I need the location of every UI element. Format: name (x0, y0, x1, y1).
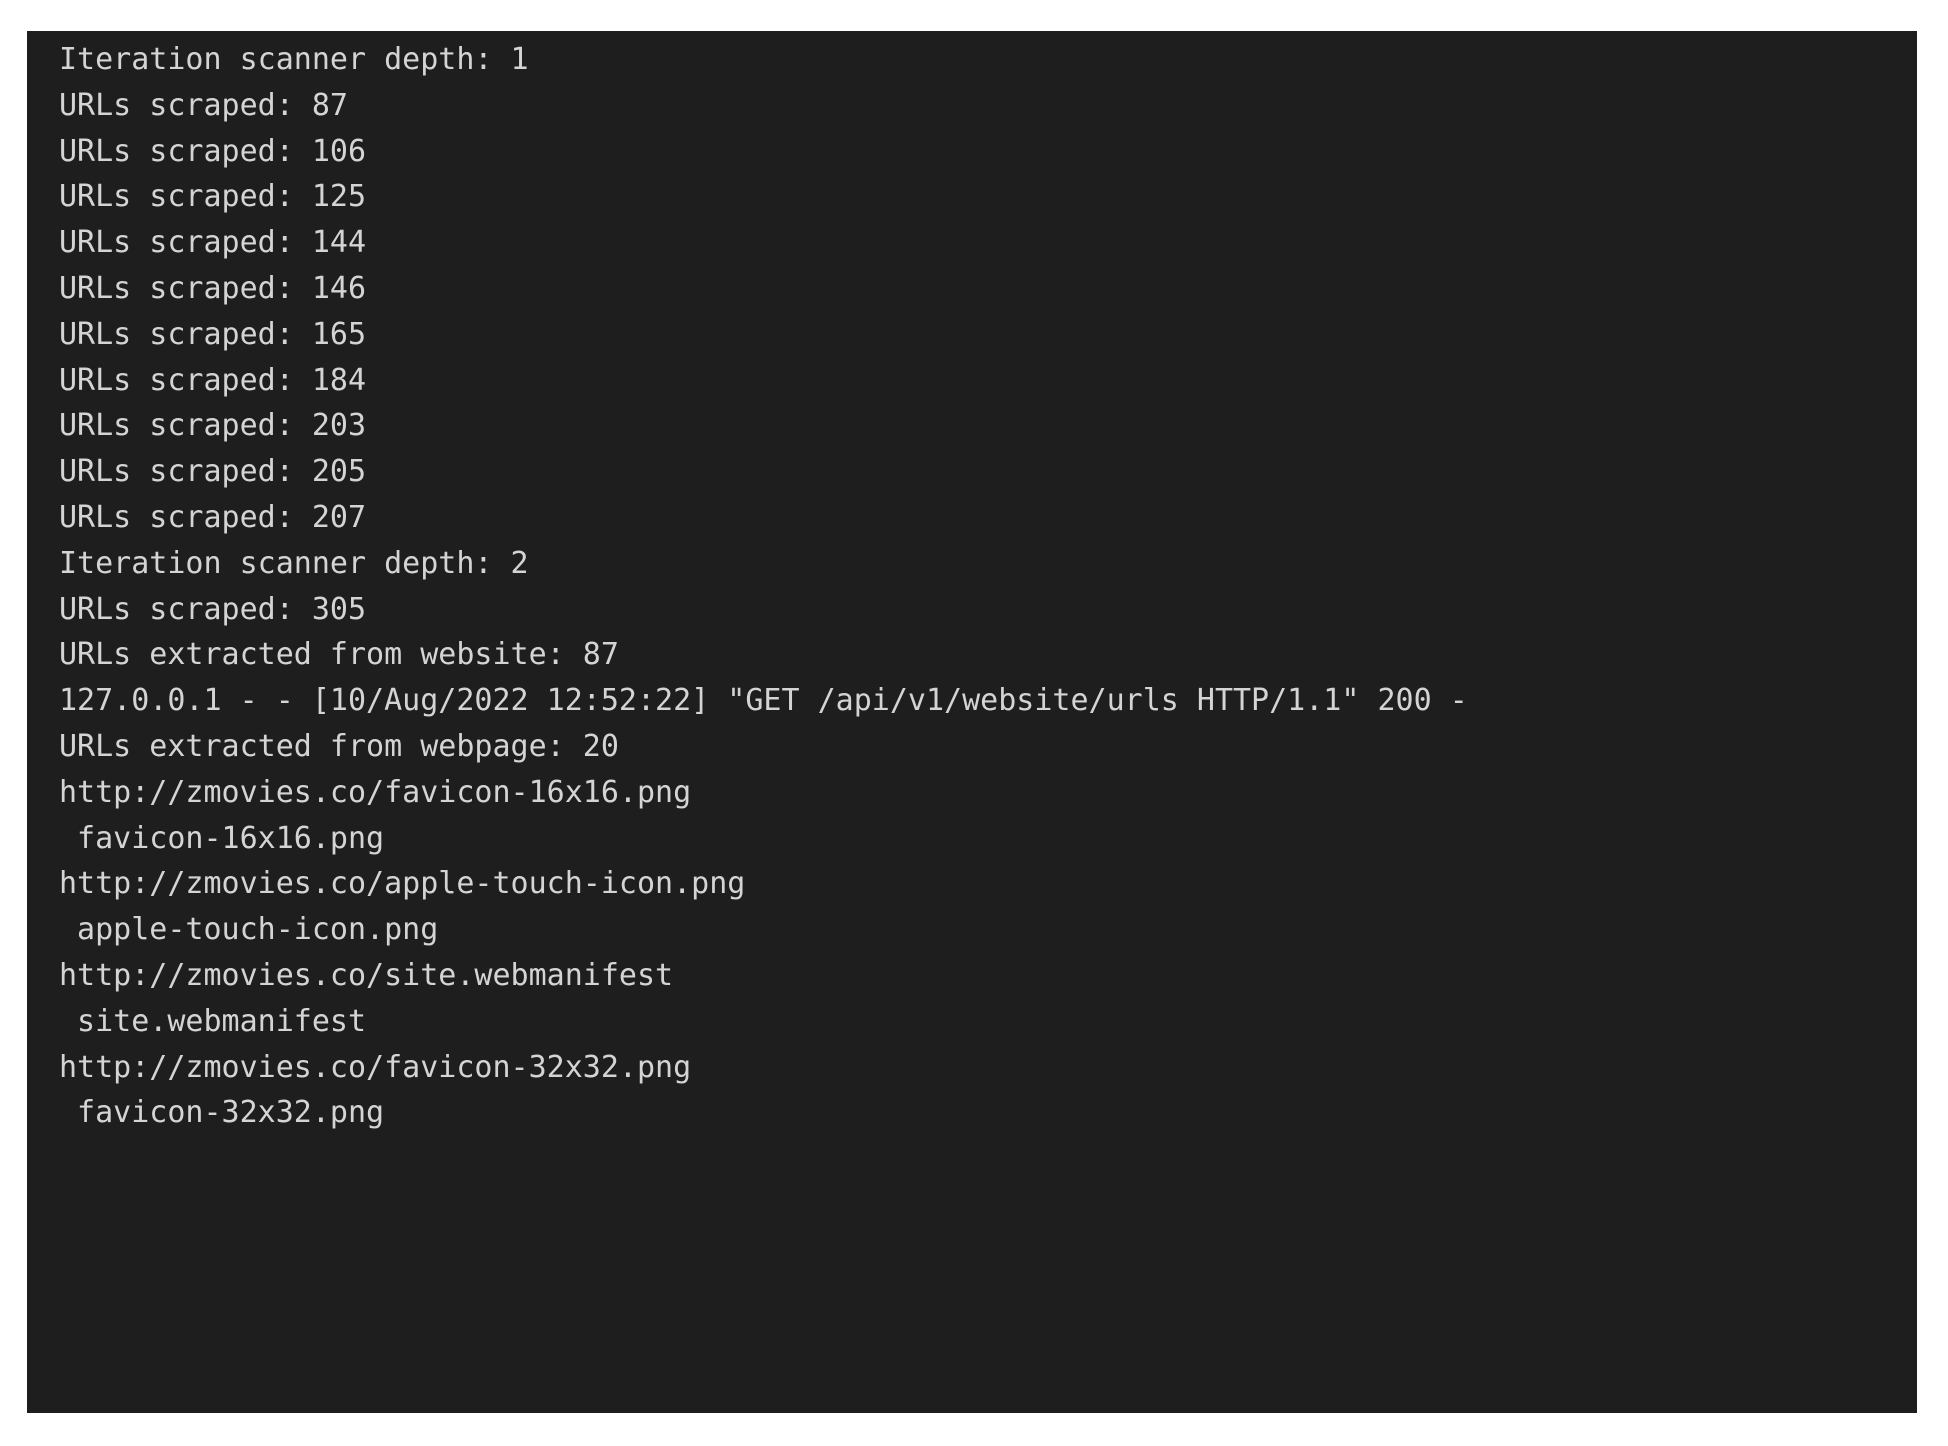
terminal-line: http://zmovies.co/favicon-32x32.png (59, 1045, 1917, 1091)
terminal-line: URLs scraped: 184 (59, 358, 1917, 404)
terminal-line: site.webmanifest (59, 999, 1917, 1045)
terminal-line: URLs scraped: 305 (59, 587, 1917, 633)
terminal-line: URLs scraped: 144 (59, 220, 1917, 266)
terminal-line: URLs scraped: 146 (59, 266, 1917, 312)
terminal-line: URLs scraped: 165 (59, 312, 1917, 358)
terminal-line: URLs scraped: 203 (59, 403, 1917, 449)
terminal-line: http://zmovies.co/site.webmanifest (59, 953, 1917, 999)
terminal-line: http://zmovies.co/favicon-16x16.png (59, 770, 1917, 816)
terminal-panel[interactable]: Iteration scanner depth: 1URLs scraped: … (27, 31, 1917, 1413)
terminal-line: URLs scraped: 106 (59, 129, 1917, 175)
terminal-line: favicon-16x16.png (59, 816, 1917, 862)
terminal-line: 127.0.0.1 - - [10/Aug/2022 12:52:22] "GE… (59, 678, 1917, 724)
terminal-line: Iteration scanner depth: 2 (59, 541, 1917, 587)
terminal-line: http://zmovies.co/apple-touch-icon.png (59, 861, 1917, 907)
terminal-line: URLs scraped: 125 (59, 174, 1917, 220)
terminal-line: URLs extracted from webpage: 20 (59, 724, 1917, 770)
terminal-line: apple-touch-icon.png (59, 907, 1917, 953)
terminal-line: Iteration scanner depth: 1 (59, 37, 1917, 83)
terminal-line: URLs scraped: 207 (59, 495, 1917, 541)
terminal-output-log: Iteration scanner depth: 1URLs scraped: … (59, 37, 1917, 1136)
terminal-line: URLs extracted from website: 87 (59, 632, 1917, 678)
terminal-line: URLs scraped: 87 (59, 83, 1917, 129)
terminal-line: URLs scraped: 205 (59, 449, 1917, 495)
terminal-line: favicon-32x32.png (59, 1090, 1917, 1136)
screenshot-root: Iteration scanner depth: 1URLs scraped: … (0, 0, 1948, 1446)
